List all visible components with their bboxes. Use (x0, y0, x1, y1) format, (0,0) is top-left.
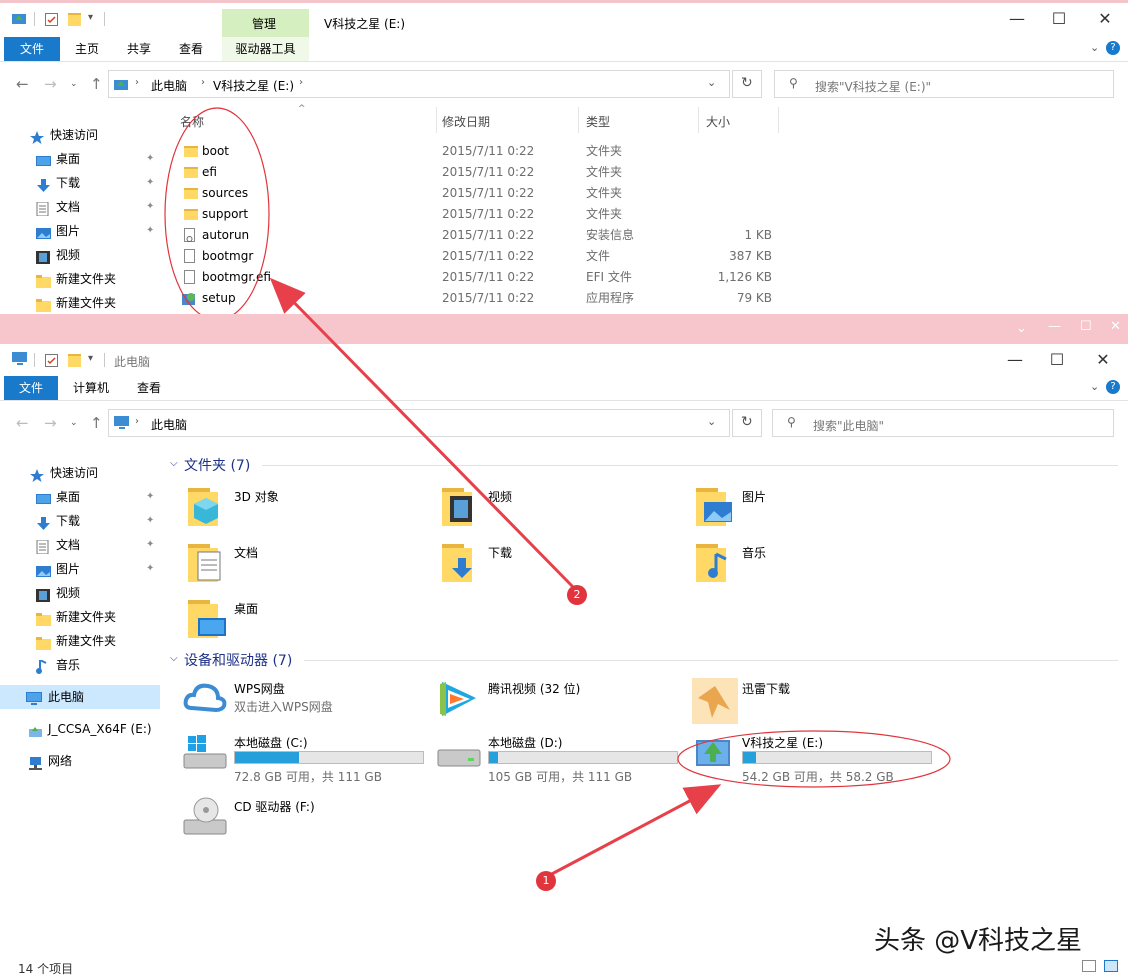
watermark: 头条 @V科技之星 (874, 926, 1083, 956)
annotation-arrows (269, 277, 722, 878)
annotation-badge-2: 2 (567, 585, 587, 605)
annotation-badge-1: 1 (536, 871, 556, 891)
